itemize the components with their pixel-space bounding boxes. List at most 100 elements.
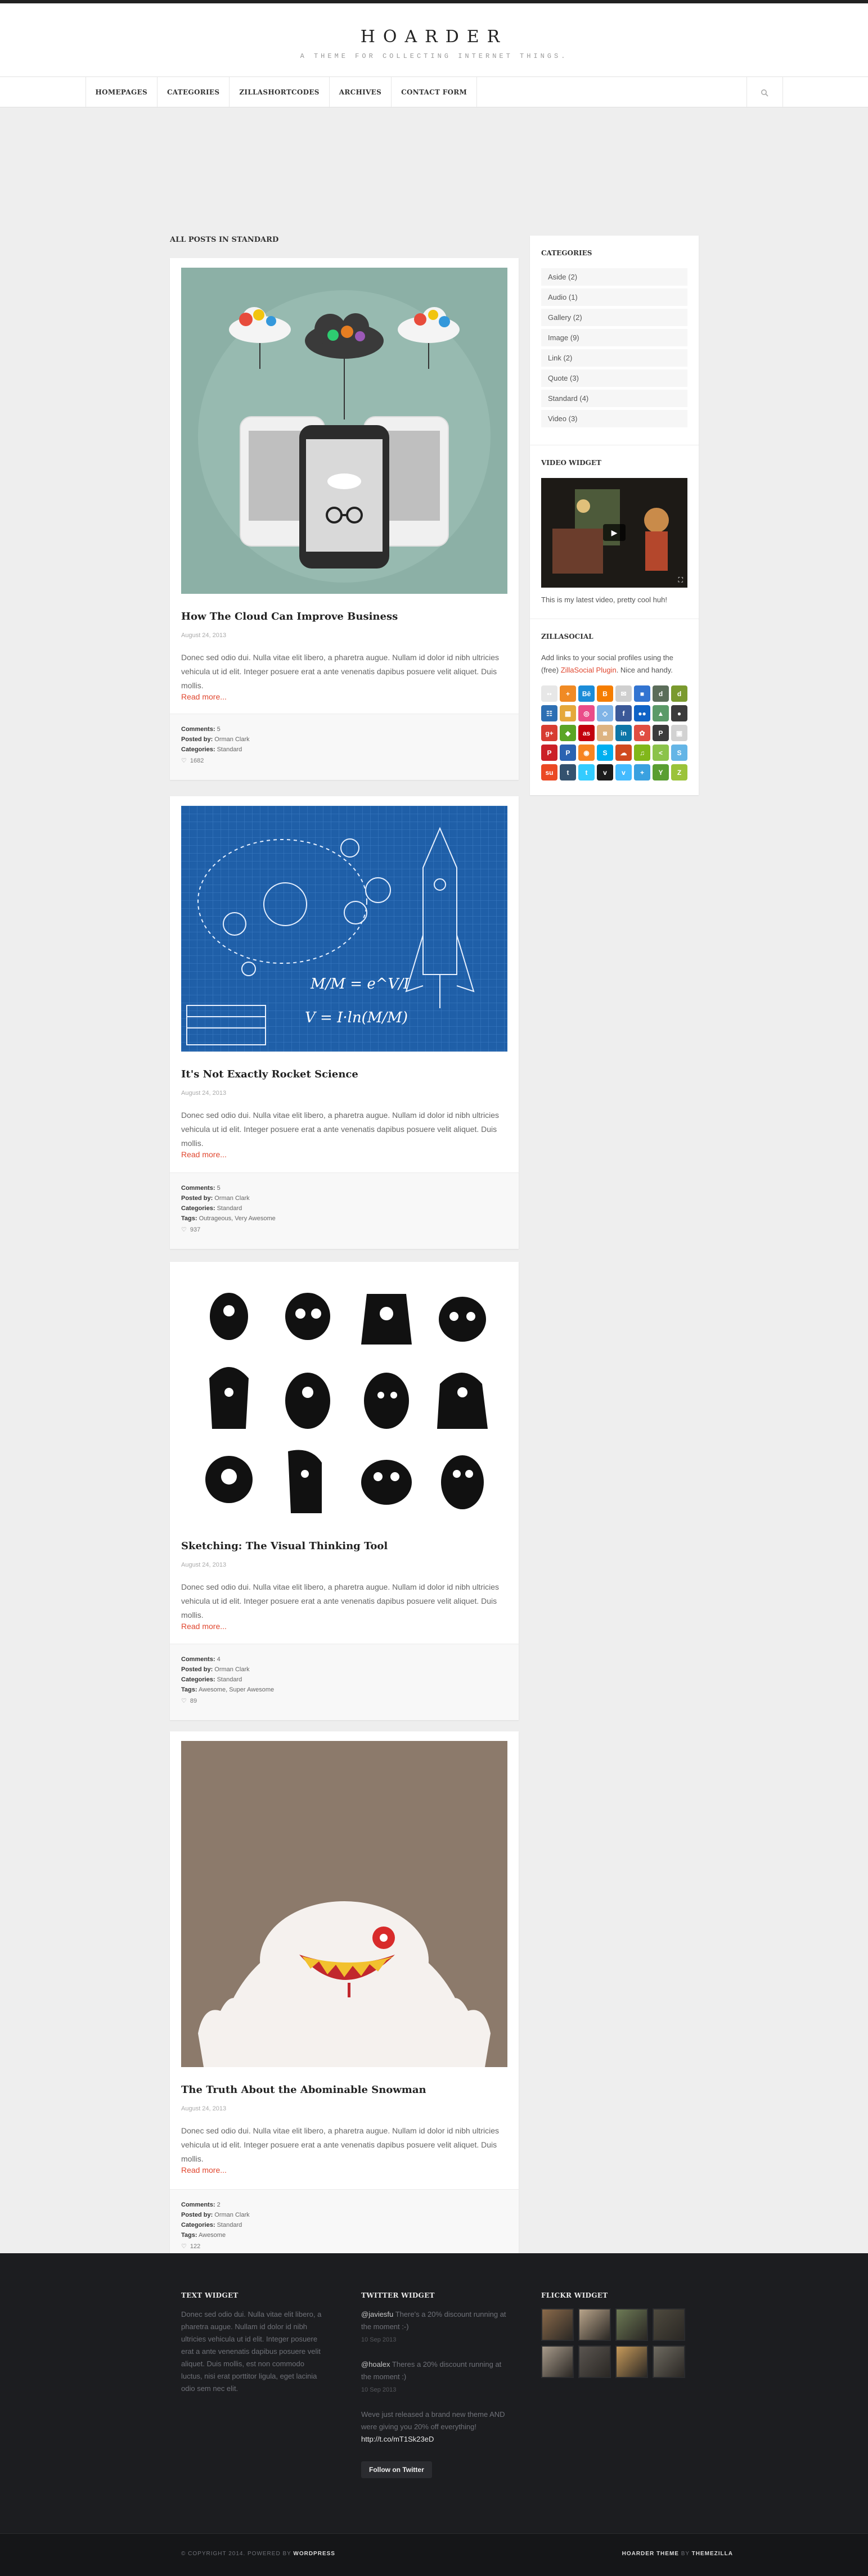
- tweet-handle[interactable]: @hoalex: [361, 2360, 390, 2369]
- github-icon[interactable]: ●: [671, 705, 687, 721]
- read-more-link[interactable]: Read more...: [181, 692, 227, 701]
- twitter-icon[interactable]: t: [578, 764, 595, 781]
- read-more-link[interactable]: Read more...: [181, 1150, 227, 1159]
- site-title[interactable]: HOARDER: [0, 3, 868, 47]
- instagram-icon[interactable]: ◙: [597, 725, 613, 741]
- post-image-rocket[interactable]: M/M = e^V/I V = I·ln(M/M): [181, 806, 507, 1052]
- flickr-thumbnail[interactable]: [541, 2308, 574, 2341]
- meta-author[interactable]: Posted by: Orman Clark: [181, 2210, 507, 2220]
- post-title[interactable]: How The Cloud Can Improve Business: [181, 611, 398, 622]
- google-plus-icon[interactable]: g+: [541, 725, 557, 741]
- category-link-link[interactable]: Link (2): [541, 349, 687, 367]
- post-title[interactable]: It's Not Exactly Rocket Science: [181, 1068, 358, 1080]
- share-icon[interactable]: <: [653, 745, 669, 761]
- video-player[interactable]: ▶ ⛶: [541, 478, 687, 588]
- meta-comments[interactable]: Comments: 5: [181, 724, 507, 734]
- category-link-image[interactable]: Image (9): [541, 329, 687, 346]
- flickr-thumbnail[interactable]: [615, 2308, 648, 2341]
- post-image-snowman[interactable]: [181, 1741, 507, 2067]
- path-icon[interactable]: P: [653, 725, 669, 741]
- read-more-link[interactable]: Read more...: [181, 1622, 227, 1631]
- like-button[interactable]: ♡ 1682: [181, 757, 507, 765]
- flickr-thumbnail[interactable]: [578, 2345, 611, 2378]
- blogger-icon[interactable]: B: [597, 685, 613, 702]
- meta-categories[interactable]: Categories: Standard: [181, 1203, 507, 1213]
- wordpress-link[interactable]: WORDPRESS: [293, 2551, 335, 2557]
- deviantart-icon[interactable]: d: [653, 685, 669, 702]
- meta-comments[interactable]: Comments: 2: [181, 2200, 507, 2210]
- fullscreen-icon[interactable]: ⛶: [678, 576, 683, 584]
- themezilla-link[interactable]: THEMEZILLA: [692, 2551, 733, 2557]
- read-more-link[interactable]: Read more...: [181, 2166, 227, 2175]
- nav-item-zillashortcodes[interactable]: ZILLASHORTCODES: [230, 77, 330, 108]
- pinterest-icon[interactable]: P: [541, 745, 557, 761]
- tweet-handle[interactable]: @javiesfu: [361, 2310, 393, 2318]
- stumbleupon-icon[interactable]: su: [541, 764, 557, 781]
- nav-item-contact-form[interactable]: CONTACT FORM: [392, 77, 478, 108]
- meta-tags[interactable]: Tags: Awesome, Super Awesome: [181, 1685, 507, 1695]
- flickr-dots-icon[interactable]: ●●: [634, 705, 650, 721]
- meta-tags[interactable]: Tags: Outrageous, Very Awesome: [181, 1213, 507, 1224]
- picasa-alt-icon[interactable]: ▣: [671, 725, 687, 741]
- flickr-thumbnail[interactable]: [615, 2345, 648, 2378]
- forrst-tree-icon[interactable]: ▲: [653, 705, 669, 721]
- skype-icon[interactable]: S: [597, 745, 613, 761]
- meta-categories[interactable]: Categories: Standard: [181, 2220, 507, 2230]
- category-link-aside[interactable]: Aside (2): [541, 268, 687, 286]
- meta-tags[interactable]: Tags: Awesome: [181, 2230, 507, 2240]
- vimeo-icon[interactable]: v: [597, 764, 613, 781]
- like-button[interactable]: ♡ 122: [181, 2243, 507, 2250]
- email-icon[interactable]: ✉: [615, 685, 632, 702]
- plus-icon[interactable]: +: [634, 764, 650, 781]
- tweet-link[interactable]: http://t.co/mT1Sk23eD: [361, 2435, 434, 2443]
- delicious-icon[interactable]: ■: [634, 685, 650, 702]
- dribbble-icon[interactable]: ◎: [578, 705, 595, 721]
- category-link-video[interactable]: Video (3): [541, 410, 687, 427]
- nav-item-archives[interactable]: ARCHIVES: [330, 77, 392, 108]
- post-image-cloud[interactable]: [181, 268, 507, 594]
- play-button[interactable]: ▶: [603, 524, 626, 541]
- nav-item-homepages[interactable]: HOMEPAGES: [86, 77, 158, 108]
- category-link-audio[interactable]: Audio (1): [541, 288, 687, 306]
- add-icon[interactable]: +: [560, 685, 576, 702]
- category-link-gallery[interactable]: Gallery (2): [541, 309, 687, 326]
- vimeo-blue-icon[interactable]: v: [615, 764, 632, 781]
- category-link-quote[interactable]: Quote (3): [541, 369, 687, 387]
- facebook-icon[interactable]: f: [615, 705, 632, 721]
- dribbble-like-icon[interactable]: ☷: [541, 705, 557, 721]
- lastfm-icon[interactable]: as: [578, 725, 595, 741]
- picasa-icon[interactable]: ✿: [634, 725, 650, 741]
- search-button[interactable]: [746, 77, 783, 108]
- post-image-monsters[interactable]: [181, 1271, 507, 1530]
- behance-icon[interactable]: Bē: [578, 685, 595, 702]
- zillasocial-plugin-link[interactable]: ZillaSocial Plugin: [561, 666, 617, 674]
- theme-name-link[interactable]: HOARDER THEME: [622, 2551, 679, 2557]
- tweet-time[interactable]: 10 Sep 2013: [361, 2386, 396, 2393]
- like-button[interactable]: ♡ 937: [181, 1226, 507, 1234]
- meta-comments[interactable]: Comments: 5: [181, 1183, 507, 1193]
- zerply-icon[interactable]: Z: [671, 764, 687, 781]
- flickr-thumbnail[interactable]: [653, 2345, 685, 2378]
- post-title[interactable]: Sketching: The Visual Thinking Tool: [181, 1540, 388, 1552]
- linkedin-icon[interactable]: in: [615, 725, 632, 741]
- category-link-standard[interactable]: Standard (4): [541, 390, 687, 407]
- rdio-icon[interactable]: ☁: [615, 745, 632, 761]
- flickr-thumbnail[interactable]: [653, 2308, 685, 2341]
- post-title[interactable]: The Truth About the Abominable Snowman: [181, 2084, 426, 2096]
- meta-author[interactable]: Posted by: Orman Clark: [181, 1193, 507, 1203]
- tumblr-icon[interactable]: t: [560, 764, 576, 781]
- like-button[interactable]: ♡ 89: [181, 1697, 507, 1705]
- follow-on-twitter-button[interactable]: Follow on Twitter: [361, 2461, 432, 2478]
- tweet-time[interactable]: 10 Sep 2013: [361, 2336, 396, 2343]
- meta-author[interactable]: Posted by: Orman Clark: [181, 1664, 507, 1675]
- meta-categories[interactable]: Categories: Standard: [181, 745, 507, 755]
- rss-icon[interactable]: ◉: [578, 745, 595, 761]
- digg-icon[interactable]: d: [671, 685, 687, 702]
- nav-item-categories[interactable]: CATEGORIES: [158, 77, 230, 108]
- spotify-icon[interactable]: ♫: [634, 745, 650, 761]
- flickr-icon[interactable]: ••: [541, 685, 557, 702]
- evernote-icon[interactable]: ◆: [560, 725, 576, 741]
- flickr-thumbnail[interactable]: [541, 2345, 574, 2378]
- meta-author[interactable]: Posted by: Orman Clark: [181, 734, 507, 745]
- dropbox-icon[interactable]: ◇: [597, 705, 613, 721]
